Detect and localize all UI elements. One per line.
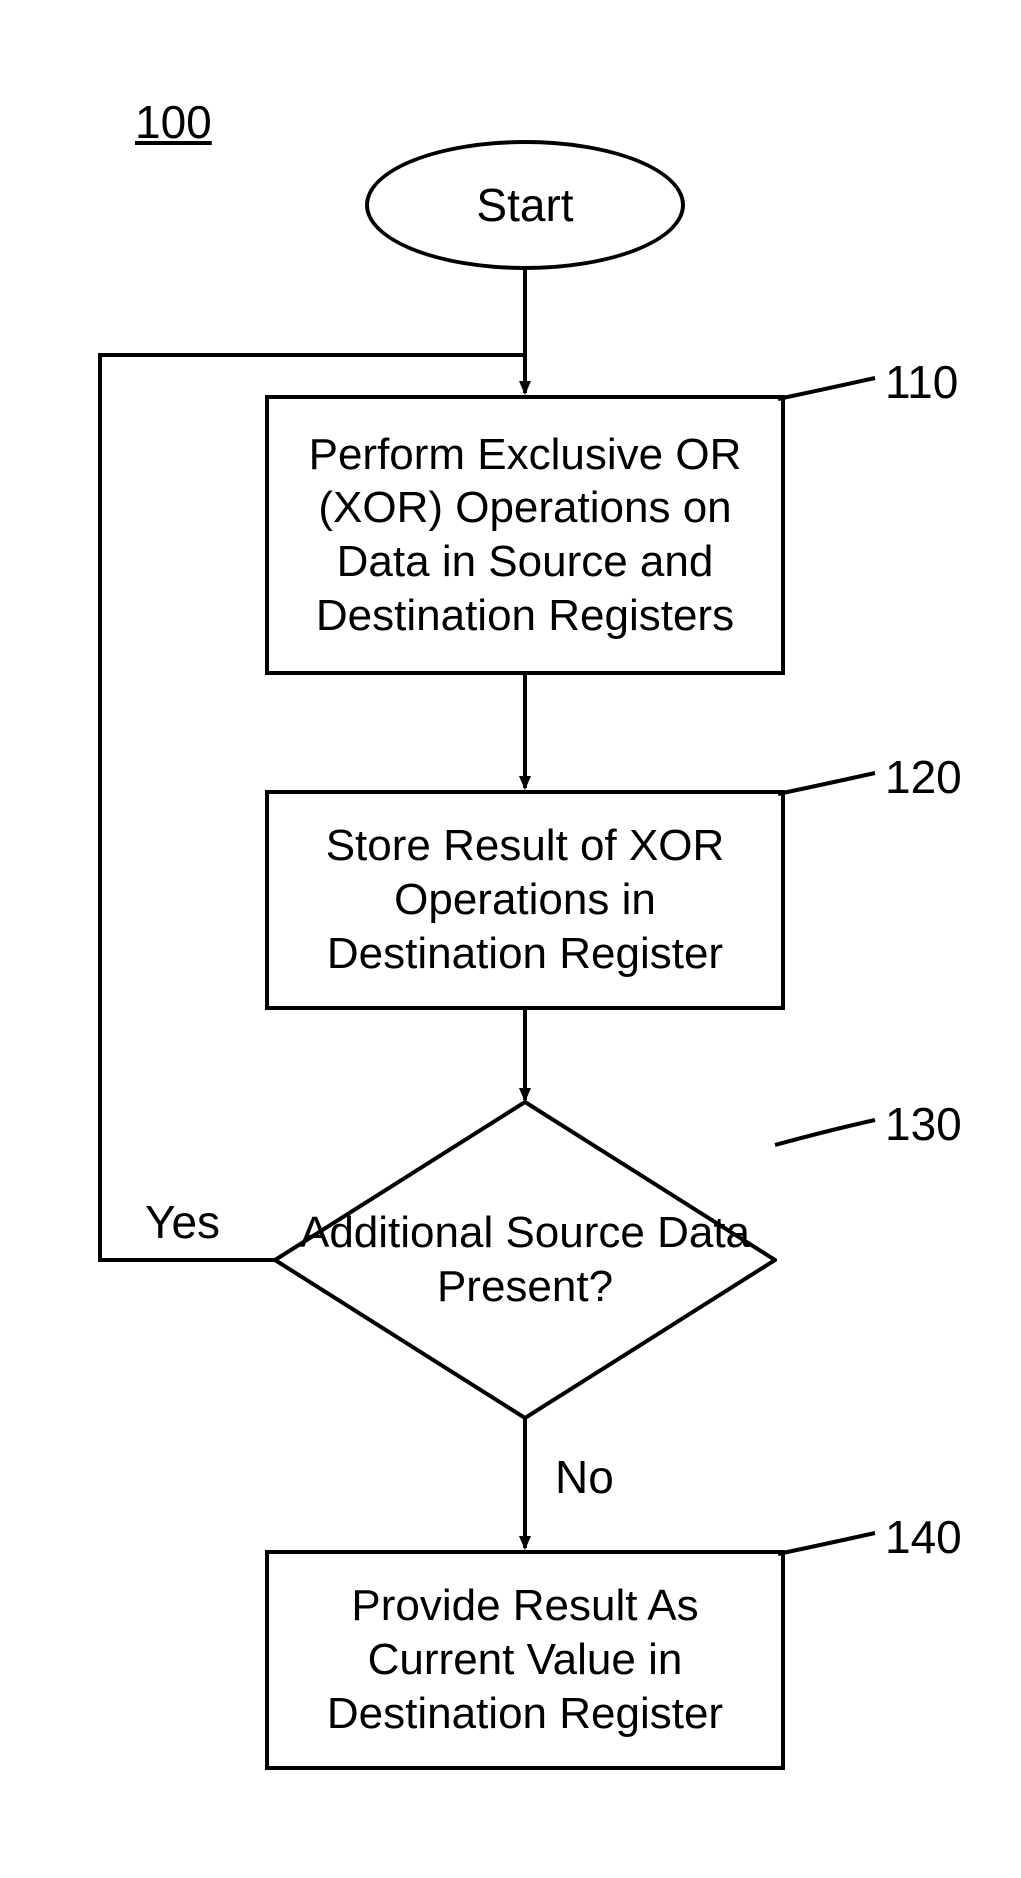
process-120-text: Store Result of XOR Operations in Destin… xyxy=(287,819,763,980)
decision-130-text: Additional Source Data Present? xyxy=(273,1206,777,1313)
process-110-text: Perform Exclusive OR (XOR) Operations on… xyxy=(287,428,763,643)
decision-130: Additional Source Data Present? xyxy=(273,1100,777,1420)
ref-110: 110 xyxy=(885,355,958,409)
start-label: Start xyxy=(476,178,573,232)
process-140: Provide Result As Current Value in Desti… xyxy=(265,1550,785,1770)
edge-yes-label: Yes xyxy=(145,1195,220,1249)
ref-130: 130 xyxy=(885,1097,962,1151)
start-terminator: Start xyxy=(365,140,685,270)
process-110: Perform Exclusive OR (XOR) Operations on… xyxy=(265,395,785,675)
edge-no-label: No xyxy=(555,1450,614,1504)
flowchart-canvas: 100 Start Perform Exclusive OR (XOR) Ope… xyxy=(0,0,1021,1878)
process-120: Store Result of XOR Operations in Destin… xyxy=(265,790,785,1010)
ref-140: 140 xyxy=(885,1510,962,1564)
figure-number-label: 100 xyxy=(135,95,212,149)
process-140-text: Provide Result As Current Value in Desti… xyxy=(287,1579,763,1740)
ref-120: 120 xyxy=(885,750,962,804)
